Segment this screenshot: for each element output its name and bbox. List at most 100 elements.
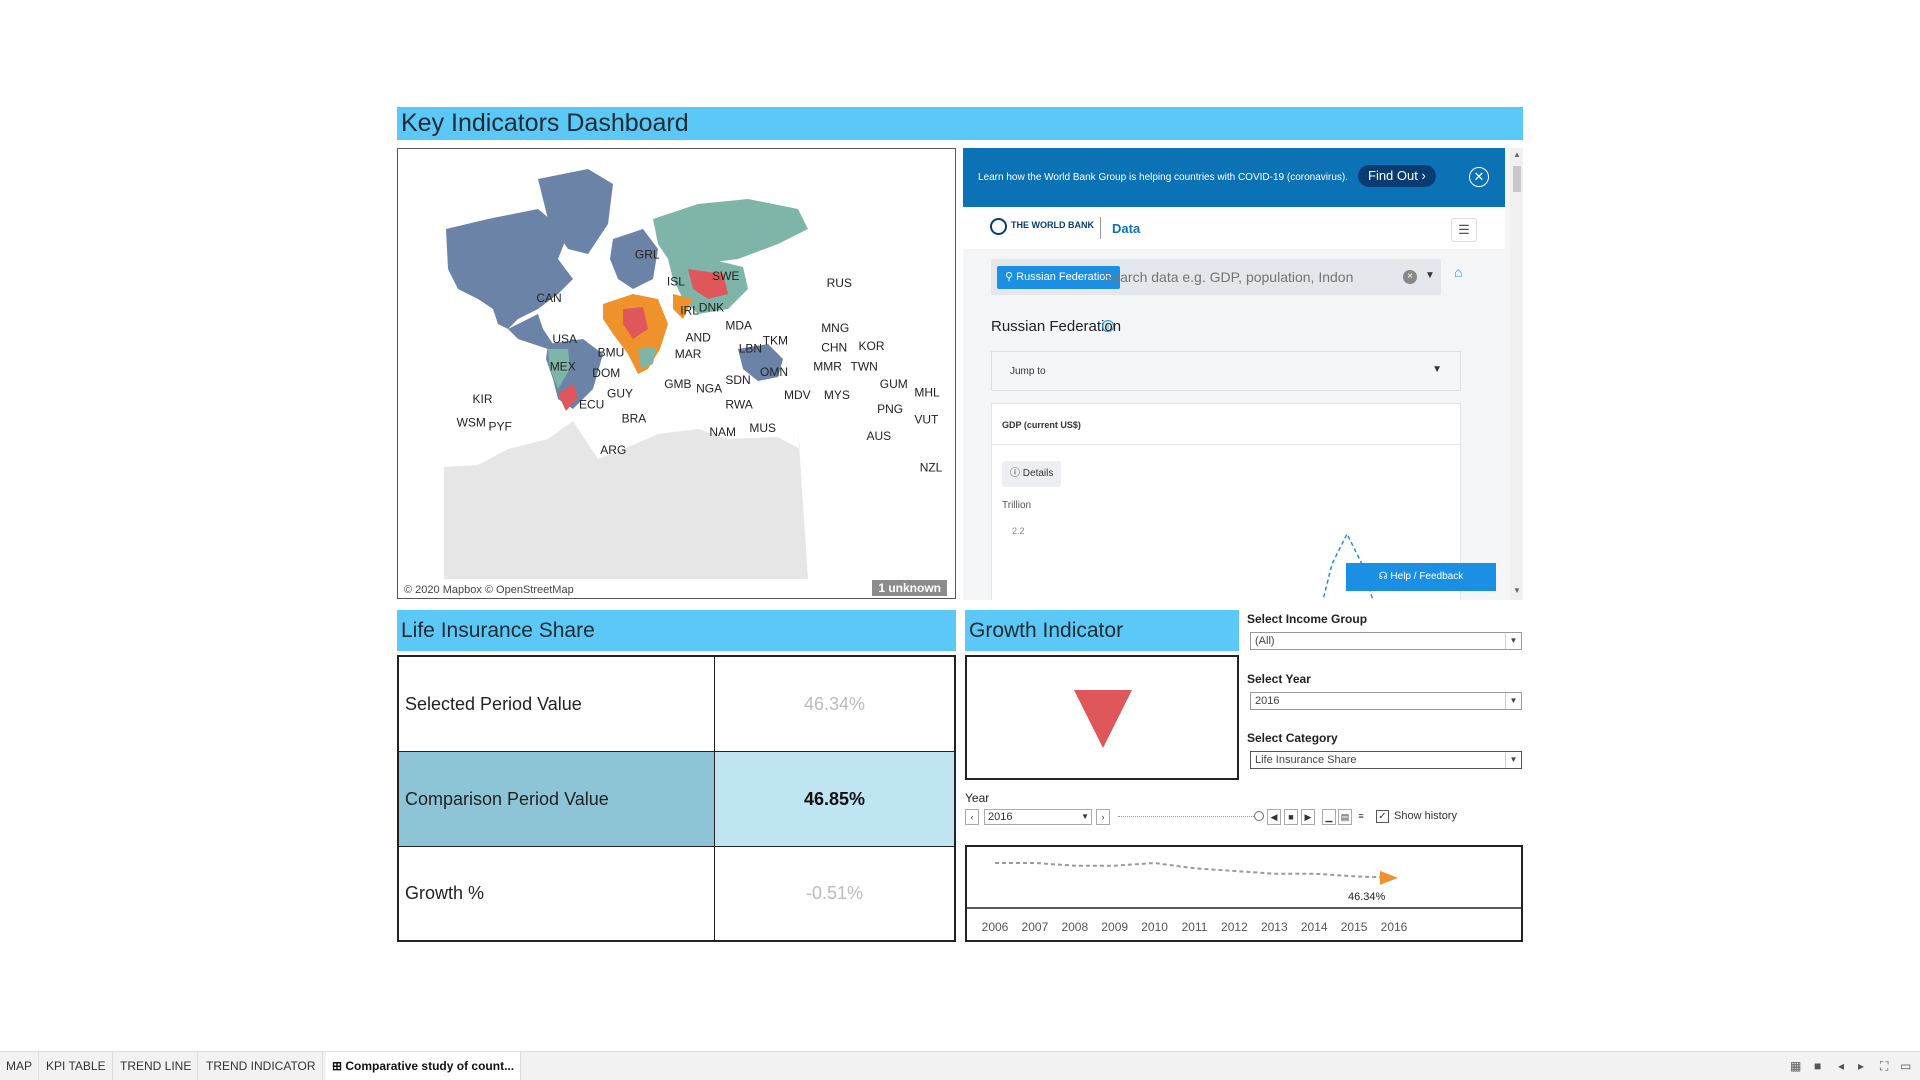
map-label-aus: AUS xyxy=(867,429,892,443)
map-label-bmu: BMU xyxy=(598,346,625,360)
filmstrip-icon[interactable]: ■ xyxy=(1814,1059,1821,1073)
tab-map[interactable]: MAP xyxy=(0,1052,40,1080)
table-row: Selected Period Value 46.34% xyxy=(399,657,954,752)
year-value: 2016 xyxy=(1255,695,1280,707)
country-chip[interactable]: ⚲ Russian Federation xyxy=(997,266,1120,289)
year-slider-thumb[interactable] xyxy=(1254,811,1264,821)
step-forward-icon[interactable]: ▶ xyxy=(1301,809,1315,825)
help-label: Help / Feedback xyxy=(1390,571,1464,582)
category-select[interactable]: Life Insurance Share ▼ xyxy=(1250,751,1522,769)
map-label-kor: KOR xyxy=(859,339,885,353)
income-group-select[interactable]: (All) ▼ xyxy=(1250,632,1522,650)
unit-label: Trillion xyxy=(1002,500,1032,511)
tab-kpi-table[interactable]: KPI TABLE xyxy=(40,1052,113,1080)
wb-logo[interactable]: THE WORLD BANK xyxy=(1011,220,1094,230)
dashboard-title: Key Indicators Dashboard xyxy=(397,107,1523,140)
life-insurance-title: Life Insurance Share xyxy=(397,610,956,651)
chevron-down-icon: ▼ xyxy=(1505,693,1521,709)
world-map[interactable]: GRL CAN USA BMU MEX DOM GUY ECU BRA ARG KIR WSM PYF I… xyxy=(397,148,956,599)
fullscreen-icon[interactable]: ⛶ xyxy=(1880,1059,1888,1074)
scroll-down-icon[interactable]: ▼ xyxy=(1513,586,1521,595)
chevron-down-icon[interactable]: ▼ xyxy=(1425,270,1435,281)
previous-sheet-icon[interactable]: ◂ xyxy=(1838,1059,1844,1073)
map-label-rwa: RWA xyxy=(725,398,752,412)
player-year-value: 2016 xyxy=(988,811,1013,823)
details-label: Details xyxy=(1022,468,1054,479)
clear-icon[interactable]: × xyxy=(1403,270,1417,284)
map-label-usa: USA xyxy=(552,332,577,346)
map-label-irl: IRL xyxy=(680,303,699,317)
map-label-mys: MYS xyxy=(824,388,850,402)
grid-view-icon[interactable]: ▦ xyxy=(1790,1059,1801,1073)
map-attribution: © 2020 Mapbox © OpenStreetMap xyxy=(404,584,574,596)
speed-slow-icon[interactable]: ▁ xyxy=(1322,809,1336,825)
map-label-and: AND xyxy=(686,331,712,345)
find-out-button[interactable]: Find Out › xyxy=(1358,165,1436,187)
info-icon[interactable]: i xyxy=(1102,320,1114,332)
search-input[interactable] xyxy=(1103,265,1403,289)
chevron-down-icon: ▼ xyxy=(1081,812,1089,821)
map-label-sdn: SDN xyxy=(725,373,750,387)
map-canvas[interactable]: GRL CAN USA BMU MEX DOM GUYECU BRA ARG KIR WSM PYF I… xyxy=(398,149,956,599)
map-label-pyf: PYF xyxy=(489,420,512,434)
speed-fast-icon[interactable]: ≡ xyxy=(1354,809,1368,825)
x-tick-label: 2014 xyxy=(1301,920,1328,934)
trend-annotation: 46.34% xyxy=(1348,891,1386,903)
scrollbar[interactable]: ▲ ▼ xyxy=(1510,148,1523,600)
chevron-left-icon[interactable]: ‹ xyxy=(965,809,979,825)
step-back-icon[interactable]: ◀ xyxy=(1267,809,1281,825)
unknown-badge[interactable]: 1 unknown xyxy=(872,580,947,596)
covid-banner: Learn how the World Bank Group is helpin… xyxy=(963,148,1505,207)
worldbank-embed[interactable]: Learn how the World Bank Group is helpin… xyxy=(963,148,1523,600)
x-tick-label: 2006 xyxy=(982,920,1009,934)
presentation-icon[interactable]: ▭ xyxy=(1900,1059,1911,1073)
tab-comparative-study[interactable]: ⊞ Comparative study of count... xyxy=(326,1052,522,1080)
axis-tick: 2.2 xyxy=(1012,526,1025,536)
tab-trend-indicator[interactable]: TREND INDICATOR xyxy=(200,1052,323,1080)
map-label-mhl: MHL xyxy=(914,385,940,399)
map-label-grl: GRL xyxy=(635,247,660,261)
search-bar: ⚲ Russian Federation × ▼ xyxy=(991,259,1441,295)
map-label-gmb: GMB xyxy=(664,377,691,391)
x-tick-label: 2008 xyxy=(1061,920,1088,934)
map-label-wsm: WSM xyxy=(457,415,486,429)
year-slider-track[interactable] xyxy=(1118,816,1260,818)
kpi-label: Selected Period Value xyxy=(399,657,715,751)
map-label-mmr: MMR xyxy=(813,359,842,373)
gdp-title: GDP (current US$) xyxy=(1002,420,1081,430)
map-label-mda: MDA xyxy=(725,318,752,332)
map-label-twn: TWN xyxy=(851,359,878,373)
map-label-mdv: MDV xyxy=(784,388,811,402)
speed-medium-icon[interactable]: ▤ xyxy=(1338,809,1352,825)
home-icon[interactable]: ⌂ xyxy=(1454,264,1462,280)
map-label-kir: KIR xyxy=(473,392,493,406)
hamburger-menu-icon[interactable]: ☰ xyxy=(1451,218,1477,242)
next-sheet-icon[interactable]: ▸ xyxy=(1858,1059,1864,1073)
jump-to-label: Jump to xyxy=(1010,366,1046,377)
year-select[interactable]: 2016 ▼ xyxy=(1250,692,1522,710)
tab-trend-line[interactable]: TREND LINE xyxy=(114,1052,199,1080)
category-value: Life Insurance Share xyxy=(1255,754,1357,766)
scroll-up-icon[interactable]: ▲ xyxy=(1513,150,1521,159)
pause-icon[interactable]: ■ xyxy=(1284,809,1298,825)
show-history-checkbox[interactable]: ✓ xyxy=(1376,810,1389,823)
sheet-tab-bar: MAP KPI TABLE TREND LINE TREND INDICATOR… xyxy=(0,1051,1920,1080)
data-link[interactable]: Data xyxy=(1112,221,1140,236)
growth-indicator-title: Growth Indicator xyxy=(965,610,1239,651)
map-label-nzl: NZL xyxy=(920,461,943,475)
player-year-select[interactable]: 2016 ▼ xyxy=(984,809,1092,825)
close-icon[interactable]: ✕ xyxy=(1469,167,1489,187)
chevron-right-icon[interactable]: › xyxy=(1096,809,1110,825)
map-africa-teal xyxy=(638,347,656,369)
map-label-png: PNG xyxy=(877,402,903,416)
details-button[interactable]: ⓘ Details xyxy=(1002,461,1062,487)
help-feedback-button[interactable]: ☊ Help / Feedback xyxy=(1346,563,1496,591)
country-chip-label: Russian Federation xyxy=(1016,271,1112,283)
x-tick-label: 2016 xyxy=(1381,920,1408,934)
category-label: Select Category xyxy=(1247,731,1338,745)
jump-to-select[interactable]: Jump to ▼ xyxy=(991,351,1461,391)
year-label: Select Year xyxy=(1247,672,1311,686)
trend-svg: 46.34% 2006 2007 2008 2009 2010 2011 2012 2013 20… xyxy=(967,861,1521,934)
scroll-thumb[interactable] xyxy=(1513,166,1521,192)
banner-text: Learn how the World Bank Group is helpin… xyxy=(978,172,1348,183)
